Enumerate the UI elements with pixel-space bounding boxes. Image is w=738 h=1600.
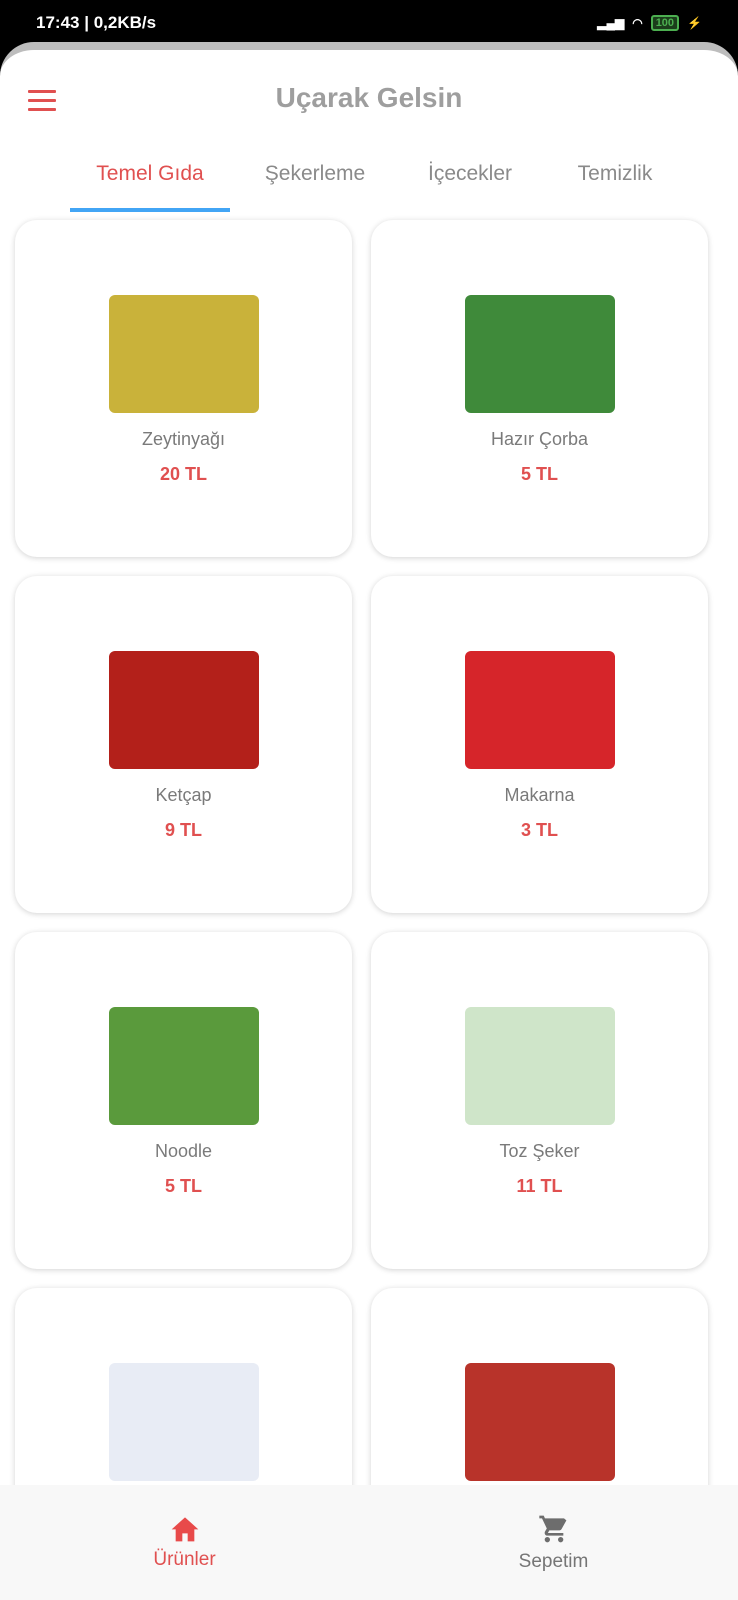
net-speed: 0,2KB/s (93, 13, 157, 32)
battery-icon: 100 (650, 15, 680, 31)
wifi-icon: ◠ (632, 16, 643, 30)
product-name: Zeytinyağı (141, 429, 226, 449)
product-price: 9 TL (164, 820, 202, 840)
product-card[interactable]: Makarna 3 TL (371, 576, 708, 913)
product-grid: Zeytinyağı 20 TL Hazır Çorba 5 TL Ketçap… (15, 220, 708, 1600)
product-image (464, 1007, 615, 1125)
product-card[interactable]: Ketçap 9 TL (15, 576, 352, 913)
product-name: Ketçap (155, 785, 212, 805)
product-card[interactable]: Zeytinyağı 20 TL (15, 220, 352, 557)
bottom-nav: Ürünler Sepetim (0, 1485, 738, 1600)
product-price: 3 TL (520, 820, 558, 840)
product-image (464, 651, 615, 769)
product-image (464, 295, 615, 413)
product-image (108, 1007, 259, 1125)
app-screen: Uçarak Gelsin Temel Gıda Şekerleme İçece… (0, 42, 738, 1600)
nav-label: Sepetim (518, 1551, 589, 1572)
product-card[interactable]: Toz Şeker 11 TL (371, 932, 708, 1269)
nav-sepetim[interactable]: Sepetim (369, 1485, 738, 1600)
product-name: Hazır Çorba (490, 429, 589, 449)
product-image (108, 1363, 259, 1481)
clock: 17:43 (36, 13, 80, 32)
product-image (108, 295, 259, 413)
product-price: 5 TL (164, 1176, 202, 1196)
home-icon (171, 1517, 198, 1542)
product-price: 20 TL (159, 464, 207, 484)
nav-label: Ürünler (153, 1549, 216, 1570)
tab-icecekler[interactable]: İçecekler (400, 150, 540, 212)
category-tabs: Temel Gıda Şekerleme İçecekler Temizlik (70, 150, 690, 212)
tab-sekerleme[interactable]: Şekerleme (230, 150, 400, 212)
product-card[interactable]: Noodle 5 TL (15, 932, 352, 1269)
product-price: 5 TL (520, 464, 558, 484)
product-price: 11 TL (516, 1176, 563, 1196)
product-card[interactable]: Hazır Çorba 5 TL (371, 220, 708, 557)
status-bar: 17:43 | 0,2KB/s ▂▄▆ ◠ 100 ⚡ (36, 13, 702, 32)
product-image (464, 1363, 615, 1481)
nav-urunler[interactable]: Ürünler (0, 1485, 369, 1600)
product-name: Toz Şeker (499, 1141, 580, 1161)
product-image (108, 651, 259, 769)
charging-icon: ⚡ (687, 16, 702, 30)
tab-temizlik[interactable]: Temizlik (540, 150, 690, 212)
signal-icon: ▂▄▆ (597, 16, 625, 30)
product-name: Noodle (154, 1141, 213, 1161)
tab-temel-gida[interactable]: Temel Gıda (70, 150, 230, 212)
page-title: Uçarak Gelsin (275, 82, 463, 113)
product-name: Makarna (504, 785, 575, 805)
cart-icon (538, 1515, 566, 1543)
